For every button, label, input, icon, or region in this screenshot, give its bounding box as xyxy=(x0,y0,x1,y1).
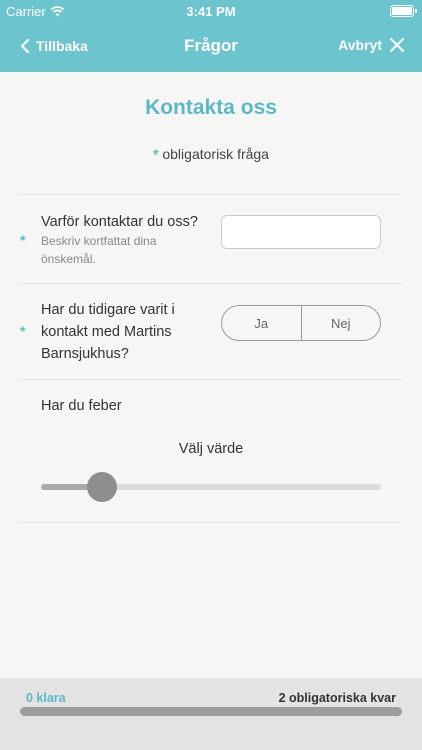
status-bar: Carrier 3:41 PM xyxy=(0,0,422,22)
form-content: Kontakta oss * obligatorisk fråga * Varf… xyxy=(0,72,422,678)
slider-label: Välj värde xyxy=(178,441,244,457)
q1-hint-line2: önskemål. xyxy=(41,252,96,266)
top-bar: Carrier 3:41 PM Tillbaka Frågor Avbryt xyxy=(0,0,422,72)
status-time: 3:41 PM xyxy=(186,4,236,19)
yes-no-segmented-control: Ja Nej xyxy=(221,305,381,341)
q1-hint-line1: Beskriv kortfattat dina xyxy=(41,234,157,248)
close-icon xyxy=(390,38,404,52)
required-note-text: obligatorisk fråga xyxy=(162,146,269,162)
divider xyxy=(20,283,402,284)
q1-required-asterisk: * xyxy=(20,232,26,248)
progress-bar-area: 0 klara 2 obligatoriska kvar xyxy=(0,678,422,750)
q2-label-line2: kontakt med Martins xyxy=(41,324,172,340)
nav-bar: Tillbaka Frågor Avbryt xyxy=(0,22,422,72)
reason-input[interactable] xyxy=(221,215,381,249)
required-remaining: 2 obligatoriska kvar xyxy=(278,691,396,705)
required-asterisk: * xyxy=(153,146,159,162)
divider xyxy=(20,194,402,195)
required-note: * obligatorisk fråga xyxy=(0,146,422,162)
q3-label: Har du feber xyxy=(41,398,122,414)
q2-label-line3: Barnsjukhus? xyxy=(41,346,129,362)
q1-label: Varför kontaktar du oss? xyxy=(41,214,198,230)
fever-slider-thumb[interactable] xyxy=(87,472,118,502)
q2-required-asterisk: * xyxy=(20,323,26,339)
divider xyxy=(20,379,402,380)
battery-icon xyxy=(390,5,417,17)
completed-count: 0 klara xyxy=(26,691,66,705)
q2-label-line1: Har du tidigare varit i xyxy=(41,302,175,318)
option-no-button[interactable]: Nej xyxy=(300,306,381,340)
progress-track xyxy=(20,707,402,716)
option-yes-button[interactable]: Ja xyxy=(222,306,301,340)
divider xyxy=(20,522,402,523)
cancel-button[interactable]: Avbryt xyxy=(338,37,404,53)
form-title: Kontakta oss xyxy=(145,96,277,119)
cancel-label: Avbryt xyxy=(338,37,382,53)
